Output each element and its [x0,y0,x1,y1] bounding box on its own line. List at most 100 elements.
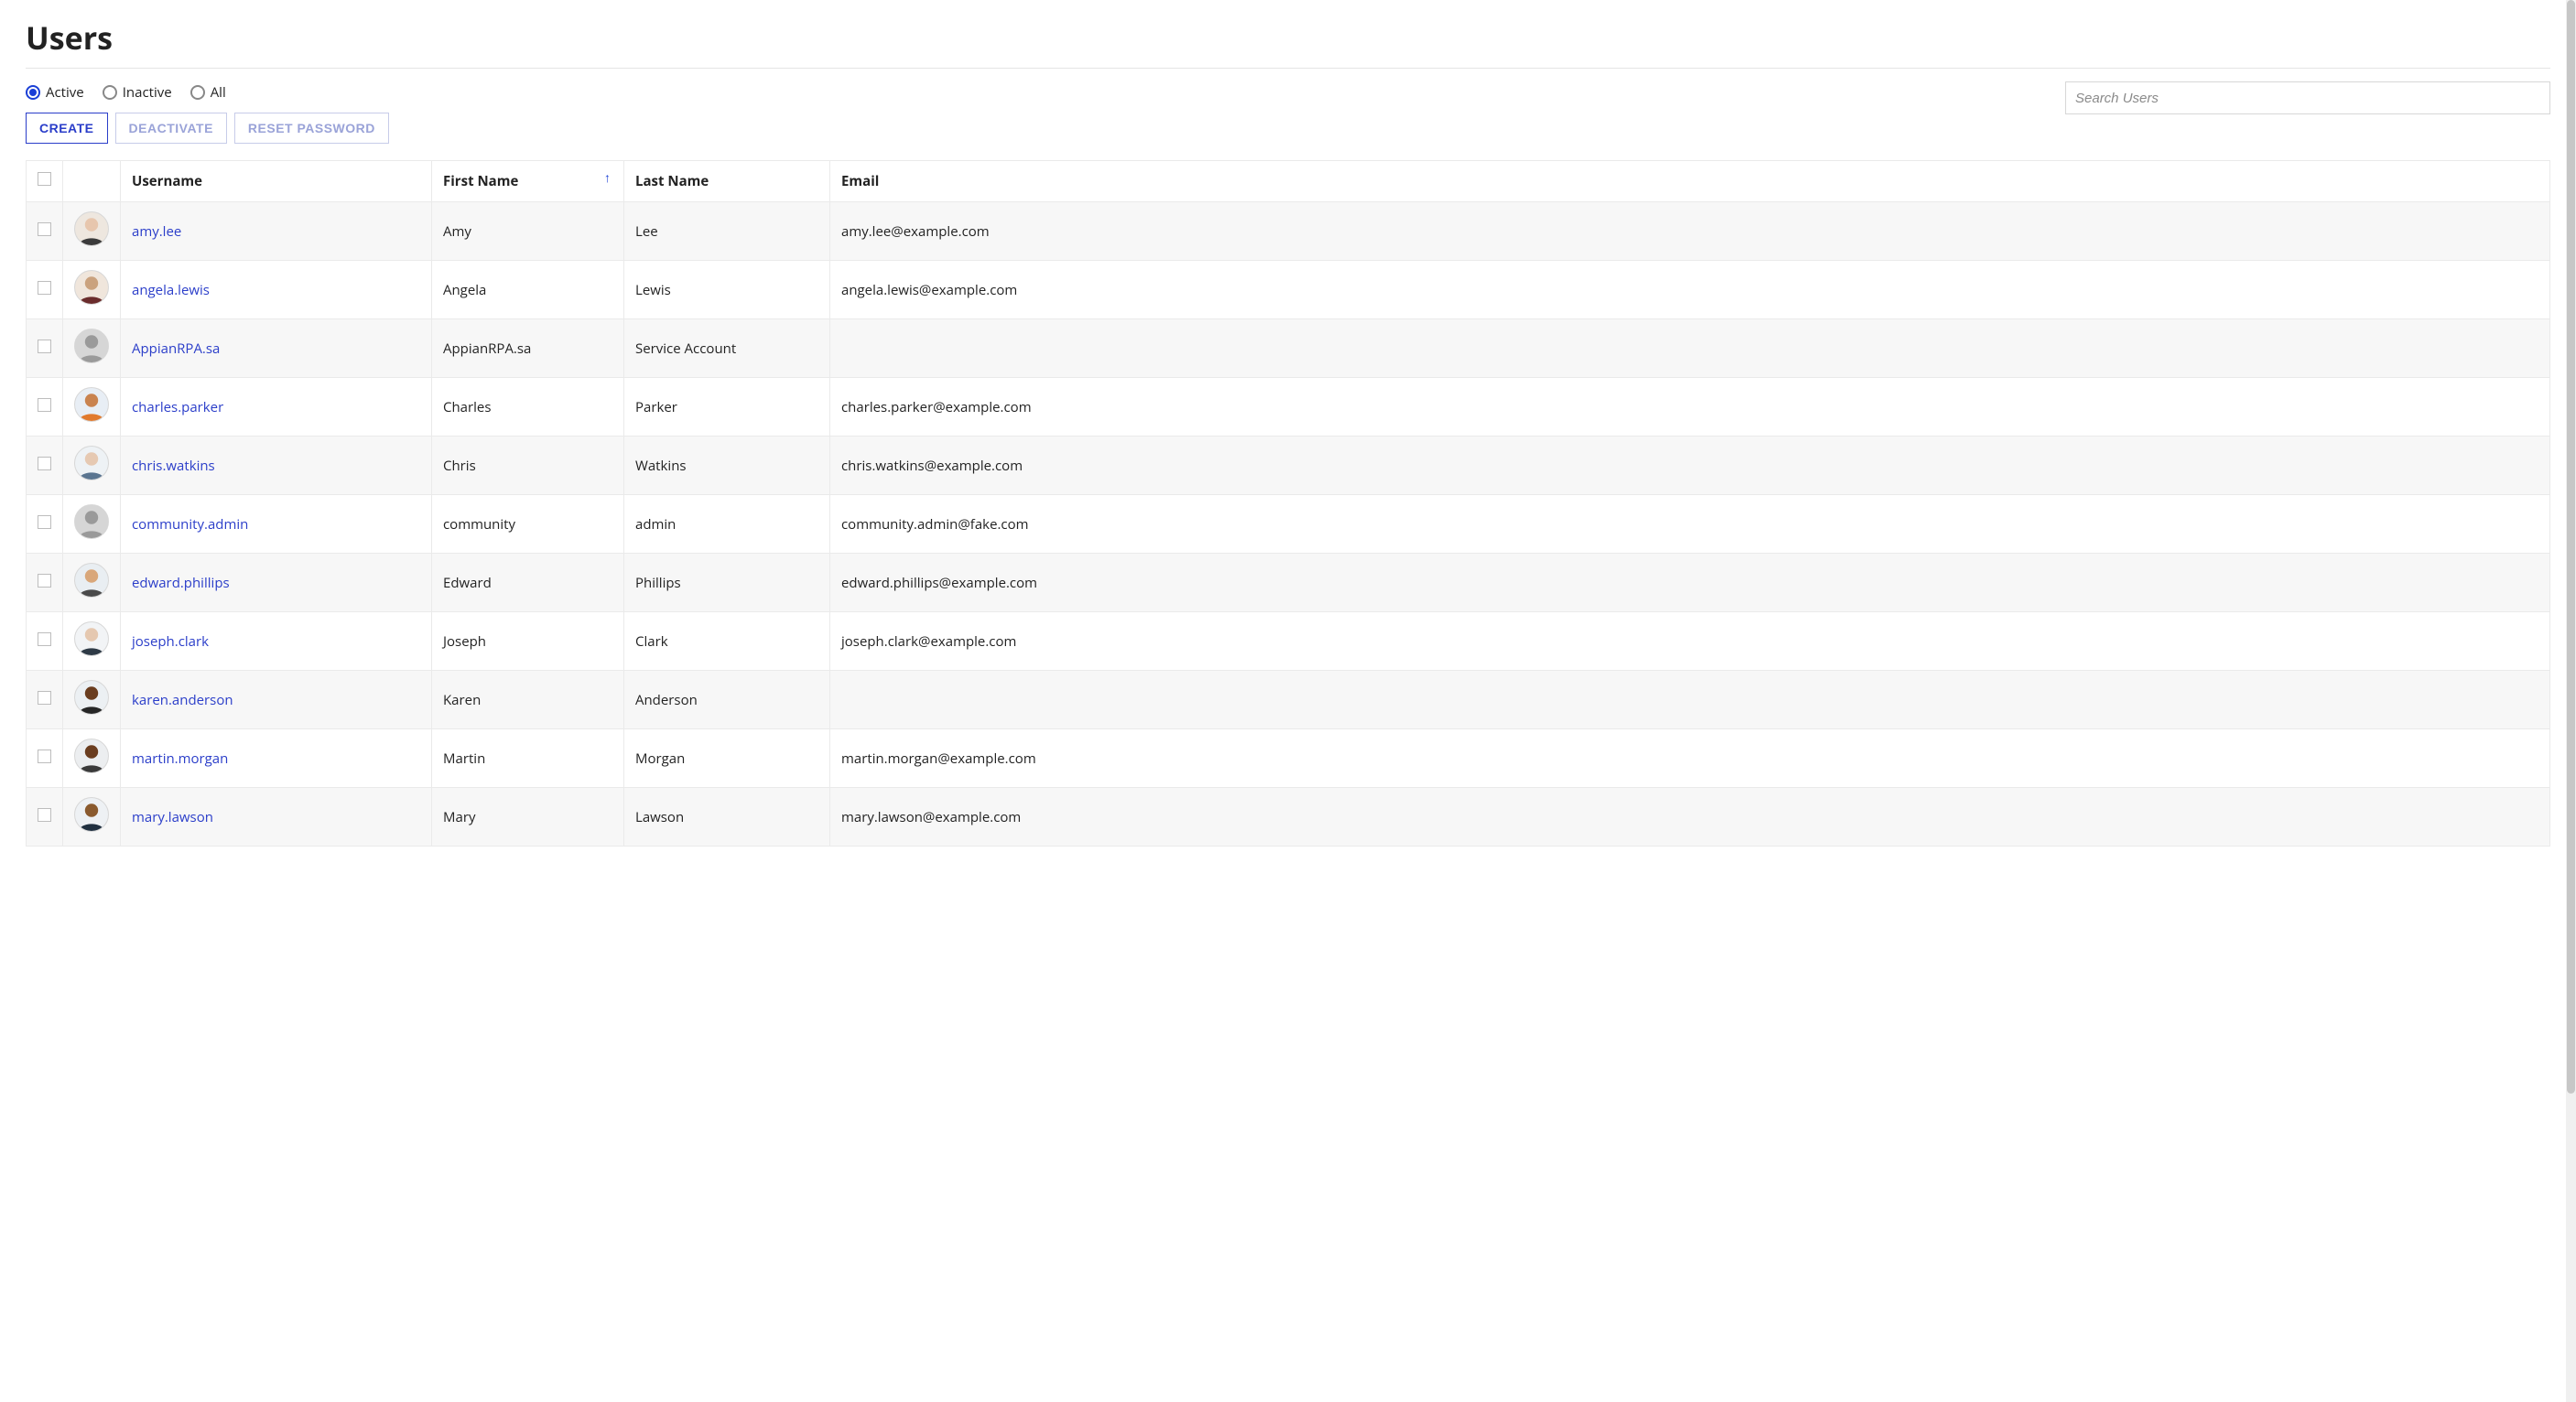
row-first-name-cell: Edward [432,554,624,612]
email-text: angela.lewis@example.com [841,281,1017,299]
row-email-cell: martin.morgan@example.com [830,729,2550,788]
first-name-text: Amy [443,222,471,241]
row-username-cell: charles.parker [121,378,432,437]
deactivate-button[interactable]: Deactivate [115,113,227,144]
email-text: edward.phillips@example.com [841,574,1037,592]
row-first-name-cell: Martin [432,729,624,788]
last-name-text: admin [635,515,676,534]
first-name-text: Karen [443,691,481,709]
username-link[interactable]: chris.watkins [132,457,215,475]
column-username[interactable]: Username [121,161,432,202]
select-all-header[interactable] [27,161,63,202]
row-first-name-cell: Karen [432,671,624,729]
row-avatar-cell [63,671,121,729]
row-first-name-cell: AppianRPA.sa [432,319,624,378]
row-last-name-cell: Phillips [624,554,830,612]
row-email-cell: mary.lawson@example.com [830,788,2550,847]
avatar-header [63,161,121,202]
username-link[interactable]: karen.anderson [132,691,233,709]
last-name-text: Lee [635,222,658,241]
divider [26,68,2550,69]
row-email-cell: amy.lee@example.com [830,202,2550,261]
username-link[interactable]: joseph.clark [132,632,209,651]
radio-label: Active [46,83,84,102]
last-name-text: Parker [635,398,677,416]
row-checkbox-cell[interactable] [27,554,63,612]
username-link[interactable]: charles.parker [132,398,223,416]
row-first-name-cell: Charles [432,378,624,437]
row-email-cell: joseph.clark@example.com [830,612,2550,671]
username-link[interactable]: mary.lawson [132,808,213,826]
column-last-name[interactable]: Last Name [624,161,830,202]
avatar [74,387,109,422]
table-row: joseph.clark Joseph Clark joseph.clark@e… [27,612,2550,671]
table-row: mary.lawson Mary Lawson mary.lawson@exam… [27,788,2550,847]
row-checkbox-cell[interactable] [27,202,63,261]
scrollbar-thumb[interactable] [2567,0,2575,1094]
row-email-cell: chris.watkins@example.com [830,437,2550,495]
row-avatar-cell [63,202,121,261]
row-avatar-cell [63,554,121,612]
column-label: Email [841,172,879,190]
row-last-name-cell: Lee [624,202,830,261]
row-checkbox-cell[interactable] [27,261,63,319]
row-last-name-cell: Parker [624,378,830,437]
row-last-name-cell: Watkins [624,437,830,495]
first-name-text: AppianRPA.sa [443,340,531,358]
checkbox-icon [38,340,51,353]
last-name-text: Clark [635,632,668,651]
row-checkbox-cell[interactable] [27,378,63,437]
avatar [74,797,109,832]
radio-icon [190,85,205,100]
table-row: amy.lee Amy Lee amy.lee@example.com [27,202,2550,261]
row-first-name-cell: community [432,495,624,554]
checkbox-icon [38,515,51,529]
table-row: AppianRPA.sa AppianRPA.sa Service Accoun… [27,319,2550,378]
row-email-cell: angela.lewis@example.com [830,261,2550,319]
first-name-text: community [443,515,515,534]
table-header-row: Username First Name ↑ Last Name Email [27,161,2550,202]
row-checkbox-cell[interactable] [27,319,63,378]
username-link[interactable]: community.admin [132,515,248,534]
row-first-name-cell: Amy [432,202,624,261]
row-checkbox-cell[interactable] [27,729,63,788]
first-name-text: Martin [443,750,485,768]
row-checkbox-cell[interactable] [27,495,63,554]
row-checkbox-cell[interactable] [27,612,63,671]
row-last-name-cell: Morgan [624,729,830,788]
radio-all[interactable]: All [190,83,226,102]
table-row: edward.phillips Edward Phillips edward.p… [27,554,2550,612]
radio-label: All [211,83,226,102]
last-name-text: Watkins [635,457,687,475]
avatar [74,446,109,480]
avatar [74,211,109,246]
checkbox-icon [38,457,51,470]
username-link[interactable]: edward.phillips [132,574,230,592]
last-name-text: Lawson [635,808,684,826]
username-link[interactable]: angela.lewis [132,281,210,299]
search-input[interactable] [2065,81,2550,114]
row-last-name-cell: admin [624,495,830,554]
column-label: Username [132,172,202,190]
column-email[interactable]: Email [830,161,2550,202]
username-link[interactable]: AppianRPA.sa [132,340,220,358]
row-last-name-cell: Anderson [624,671,830,729]
first-name-text: Chris [443,457,476,475]
username-link[interactable]: martin.morgan [132,750,228,768]
username-link[interactable]: amy.lee [132,222,181,241]
row-avatar-cell [63,729,121,788]
table-row: angela.lewis Angela Lewis angela.lewis@e… [27,261,2550,319]
avatar [74,563,109,598]
column-first-name[interactable]: First Name ↑ [432,161,624,202]
scrollbar-track[interactable] [2566,0,2576,1402]
first-name-text: Joseph [443,632,486,651]
create-button[interactable]: Create [26,113,108,144]
row-email-cell: edward.phillips@example.com [830,554,2550,612]
radio-inactive[interactable]: Inactive [103,83,172,102]
row-checkbox-cell[interactable] [27,437,63,495]
row-checkbox-cell[interactable] [27,788,63,847]
reset-password-button[interactable]: Reset Password [234,113,389,144]
email-text: chris.watkins@example.com [841,457,1023,475]
radio-active[interactable]: Active [26,83,84,102]
row-checkbox-cell[interactable] [27,671,63,729]
